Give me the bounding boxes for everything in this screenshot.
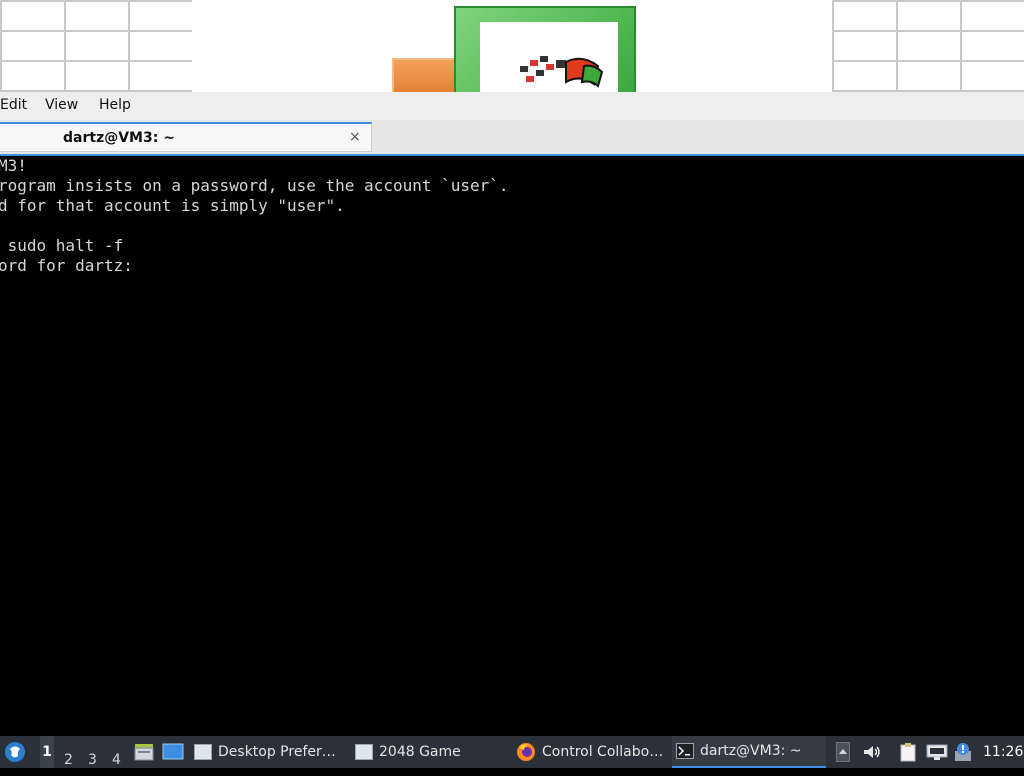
workspace-2[interactable]: 2 bbox=[64, 744, 73, 776]
workspace-3[interactable]: 3 bbox=[88, 744, 97, 776]
windows-flag-logo bbox=[520, 56, 604, 88]
file-manager-launcher[interactable] bbox=[134, 736, 154, 768]
network-icon bbox=[926, 744, 948, 760]
task-2048-game[interactable]: 2048 Game bbox=[355, 736, 505, 768]
task-label: Desktop Prefer… bbox=[218, 744, 336, 760]
clipboard-icon bbox=[900, 743, 916, 762]
terminal-icon bbox=[676, 743, 694, 759]
terminal-line: M3! bbox=[0, 156, 27, 175]
start-menu-button[interactable] bbox=[4, 736, 28, 768]
tab-dartz-vm3[interactable]: dartz@VM3: ~ × bbox=[0, 122, 372, 152]
network-status[interactable] bbox=[926, 736, 948, 768]
wallpaper-logo-frame bbox=[454, 6, 636, 92]
file-manager-icon bbox=[134, 744, 154, 761]
task-label: 2048 Game bbox=[379, 744, 461, 760]
update-notifier[interactable] bbox=[954, 736, 974, 768]
firefox-icon bbox=[517, 743, 535, 761]
tab-title: dartz@VM3: ~ bbox=[63, 130, 175, 146]
terminal-line: ord for dartz: bbox=[0, 256, 133, 275]
taskbar: 1 2 3 4 Desktop Prefer… 2048 Game Contro… bbox=[0, 736, 1024, 768]
task-desktop-preferences[interactable]: Desktop Prefer… bbox=[194, 736, 346, 768]
terminal-line: d for that account is simply "user". bbox=[0, 196, 345, 215]
brick-pattern-right bbox=[832, 0, 1024, 92]
wallpaper-logo-panel bbox=[480, 22, 618, 92]
task-label: dartz@VM3: ~ bbox=[700, 743, 802, 759]
desktop-wallpaper bbox=[0, 0, 1024, 92]
menu-edit[interactable]: Edit bbox=[0, 97, 27, 113]
task-label: Control Collabo… bbox=[542, 744, 664, 760]
terminal-line: rogram insists on a password, use the ac… bbox=[0, 176, 509, 195]
lxqt-logo-icon bbox=[5, 742, 25, 762]
window-icon bbox=[355, 744, 373, 760]
show-desktop-launcher[interactable] bbox=[162, 736, 184, 768]
close-icon[interactable]: × bbox=[349, 129, 361, 145]
menu-view[interactable]: View bbox=[45, 97, 78, 113]
terminal-tabbar: dartz@VM3: ~ × bbox=[0, 120, 1024, 156]
workspace-4[interactable]: 4 bbox=[112, 744, 121, 776]
clipboard-control[interactable] bbox=[898, 736, 920, 768]
menu-help[interactable]: Help bbox=[99, 97, 131, 113]
task-terminal[interactable]: dartz@VM3: ~ bbox=[672, 736, 826, 768]
desktop-icon bbox=[162, 743, 184, 760]
volume-control[interactable] bbox=[862, 736, 882, 768]
tray-scroll-button[interactable] bbox=[836, 736, 852, 768]
terminal-menubar: Edit View Help bbox=[0, 92, 1024, 121]
clock[interactable]: 11:26 bbox=[983, 744, 1023, 760]
scroll-up-icon bbox=[836, 742, 850, 762]
window-icon bbox=[194, 744, 212, 760]
terminal-line: sudo halt -f bbox=[0, 236, 124, 255]
volume-icon bbox=[864, 746, 880, 758]
notification-icon bbox=[955, 743, 971, 761]
workspace-1[interactable]: 1 bbox=[40, 736, 54, 768]
task-control-collabo[interactable]: Control Collabo… bbox=[516, 736, 666, 768]
terminal-output[interactable]: M3! rogram insists on a password, use th… bbox=[0, 156, 1024, 736]
brick-pattern-left bbox=[0, 0, 192, 92]
